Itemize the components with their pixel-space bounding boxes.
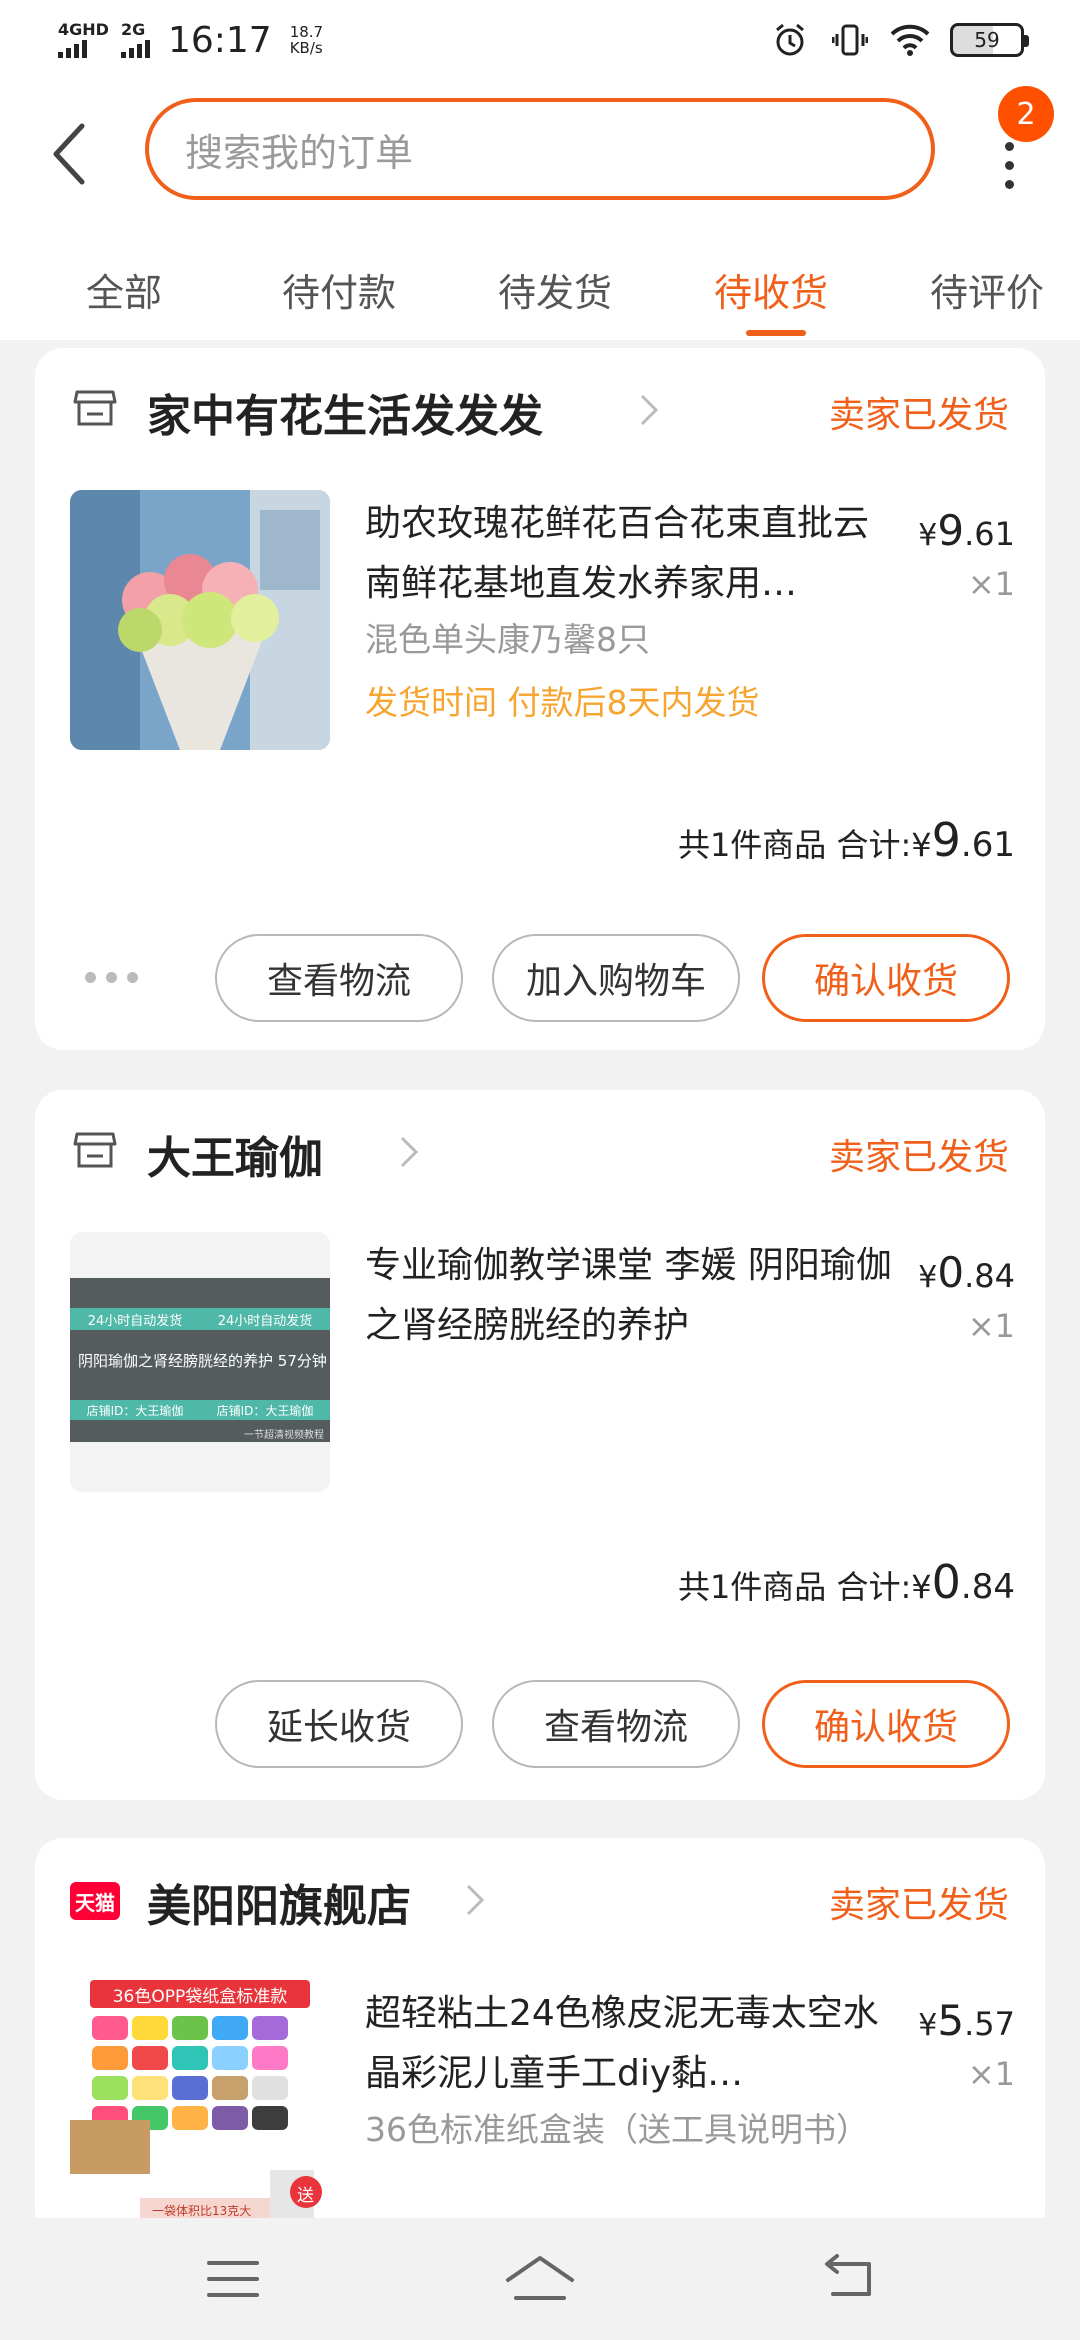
status-left: 4GHD 2G 16:17 18.7 KB/s — [58, 20, 323, 61]
search-placeholder: 搜索我的订单 — [185, 130, 414, 175]
unit-price: ¥5.57 — [918, 1996, 1015, 2045]
add-to-cart-button[interactable]: 加入购物车 — [492, 934, 740, 1022]
price-column: ¥0.84 ×1 — [918, 1248, 1015, 1345]
more-dot — [1004, 179, 1014, 189]
order-card: 大王瑜伽 卖家已发货 24小时自动发货 24小时自动发货 阴阳瑜伽之肾经膀胱经的养… — [35, 1090, 1045, 1800]
quantity: ×1 — [967, 565, 1015, 603]
header: 搜索我的订单 2 — [0, 80, 1080, 220]
shop-name: 家中有花生活发发发 — [147, 391, 543, 442]
quantity: ×1 — [967, 2055, 1015, 2093]
chevron-right-icon — [400, 1136, 419, 1168]
chevron-left-icon — [53, 123, 85, 185]
home-button[interactable] — [495, 2244, 585, 2314]
auto-delivery-banner: 24小时自动发货 24小时自动发货 — [70, 1308, 330, 1330]
shop-header[interactable]: 家中有花生活发发发 卖家已发货 — [35, 348, 1045, 468]
tab-all[interactable]: 全部 — [86, 262, 162, 317]
total-label: 合计: — [836, 1568, 912, 1606]
shipping-status: 卖家已发货 — [828, 395, 1009, 436]
wifi-icon — [890, 20, 930, 60]
quantity: ×1 — [967, 1307, 1015, 1345]
back-nav-button[interactable] — [802, 2244, 892, 2314]
shop-id-banner: 店铺ID：大王瑜伽 店铺ID：大王瑜伽 — [70, 1400, 330, 1420]
order-card: 家中有花生活发发发 卖家已发货 助农玫瑰花鲜花百合花束直批云南鲜花基地直发水养家… — [35, 348, 1045, 1050]
sim1-label: 4GHD — [58, 20, 109, 39]
product-tag: 一袋体积比13克大 — [152, 2204, 252, 2218]
shop-icon — [73, 1128, 117, 1172]
chevron-right-icon — [466, 1884, 485, 1916]
product-title[interactable]: 超轻粘土24色橡皮泥无毒太空水晶彩泥儿童手工diy黏… — [365, 1984, 895, 2104]
unit-price: ¥9.61 — [918, 506, 1015, 555]
tab-pending-shipment[interactable]: 待发货 — [498, 262, 612, 317]
view-logistics-button[interactable]: 查看物流 — [492, 1680, 740, 1768]
extend-receipt-button[interactable]: 延长收货 — [215, 1680, 463, 1768]
image-watermark: 一节超清视频教程 — [244, 1430, 324, 1441]
order-actions: 查看物流 加入购物车 确认收货 — [35, 934, 1045, 1024]
confirm-receipt-button[interactable]: 确认收货 — [762, 934, 1010, 1022]
unit-price: ¥0.84 — [918, 1248, 1015, 1297]
notification-badge: 2 — [998, 86, 1054, 142]
product-image[interactable]: 24小时自动发货 24小时自动发货 阴阳瑜伽之肾经膀胱经的养护 57分钟 店铺ID… — [70, 1232, 330, 1492]
shipping-status: 卖家已发货 — [828, 1885, 1009, 1926]
net-speed: 18.7 KB/s — [290, 24, 323, 56]
shop-icon — [73, 386, 117, 430]
more-actions-button[interactable] — [85, 972, 138, 983]
product-spec: 混色单头康乃馨8只 — [365, 620, 650, 659]
price-column: ¥5.57 ×1 — [918, 1996, 1015, 2093]
tab-pending-payment[interactable]: 待付款 — [282, 262, 396, 317]
item-count: 共1件商品 — [677, 826, 827, 864]
view-logistics-button[interactable]: 查看物流 — [215, 934, 463, 1022]
search-input[interactable]: 搜索我的订单 — [145, 98, 935, 200]
total-price: 9 — [931, 813, 961, 867]
home-icon — [505, 2256, 574, 2300]
shop-name: 美阳阳旗舰店 — [147, 1881, 411, 1932]
vibrate-icon — [830, 20, 870, 60]
tmall-icon: 天猫 — [70, 1882, 120, 1920]
order-summary: 共1件商品 合计:¥9.61 — [677, 813, 1015, 867]
price-column: ¥9.61 ×1 — [918, 506, 1015, 603]
clock: 16:17 — [167, 19, 272, 61]
back-icon — [824, 2254, 871, 2296]
battery-icon: 59 — [950, 23, 1029, 57]
tab-pending-review[interactable]: 待评价 — [930, 262, 1044, 317]
alarm-icon — [770, 20, 810, 60]
menu-button[interactable] — [188, 2244, 278, 2314]
sim1-signal-icon: 4GHD — [58, 22, 109, 58]
order-card: 天猫 美阳阳旗舰店 卖家已发货 36色OPP袋纸盒标准款 一袋体积比13克大 送… — [35, 1838, 1045, 2238]
gift-tag: 送 — [297, 2186, 314, 2206]
chevron-right-icon — [640, 394, 659, 426]
more-dot — [1004, 141, 1014, 151]
active-tab-indicator — [746, 330, 806, 336]
shipping-status: 卖家已发货 — [828, 1137, 1009, 1178]
clay-color-grid — [70, 2016, 322, 2222]
confirm-receipt-button[interactable]: 确认收货 — [762, 1680, 1010, 1768]
system-navigation-bar — [0, 2218, 1080, 2340]
product-title[interactable]: 专业瑜伽教学课堂 李媛 阴阳瑜伽之肾经膀胱经的养护 — [365, 1236, 895, 1356]
back-button[interactable] — [38, 114, 98, 194]
shop-header[interactable]: 天猫 美阳阳旗舰店 卖家已发货 — [35, 1838, 1045, 1958]
order-actions: 延长收货 查看物流 确认收货 — [35, 1680, 1045, 1770]
sim2-signal-icon: 2G — [120, 20, 150, 58]
net-speed-unit: KB/s — [289, 39, 323, 57]
status-right: 59 — [770, 20, 1029, 60]
menu-icon — [207, 2261, 260, 2297]
total-price: 0 — [931, 1555, 961, 1609]
product-title[interactable]: 助农玫瑰花鲜花百合花束直批云南鲜花基地直发水养家用… — [365, 494, 895, 614]
net-speed-value: 18.7 — [289, 23, 324, 41]
order-summary: 共1件商品 合计:¥0.84 — [677, 1555, 1015, 1609]
product-image[interactable] — [70, 490, 330, 750]
tab-pending-receipt[interactable]: 待收货 — [714, 262, 828, 317]
sim2-label: 2G — [120, 20, 146, 39]
product-image[interactable]: 36色OPP袋纸盒标准款 一袋体积比13克大 送 — [70, 1980, 330, 2238]
battery-level: 59 — [974, 28, 1000, 52]
product-spec: 36色标准纸盒装（送工具说明书） — [365, 2110, 869, 2149]
status-bar: 4GHD 2G 16:17 18.7 KB/s 59 — [0, 0, 1080, 80]
more-dot — [1004, 160, 1014, 170]
item-count: 共1件商品 — [677, 1568, 827, 1606]
total-label: 合计: — [836, 826, 912, 864]
video-caption: 阴阳瑜伽之肾经膀胱经的养护 57分钟 — [78, 1352, 327, 1370]
shop-name: 大王瑜伽 — [147, 1133, 323, 1184]
shipping-time: 发货时间 付款后8天内发货 — [365, 683, 760, 722]
order-status-tabs: 全部 待付款 待发货 待收货 待评价 — [0, 220, 1080, 340]
shop-header[interactable]: 大王瑜伽 卖家已发货 — [35, 1090, 1045, 1210]
